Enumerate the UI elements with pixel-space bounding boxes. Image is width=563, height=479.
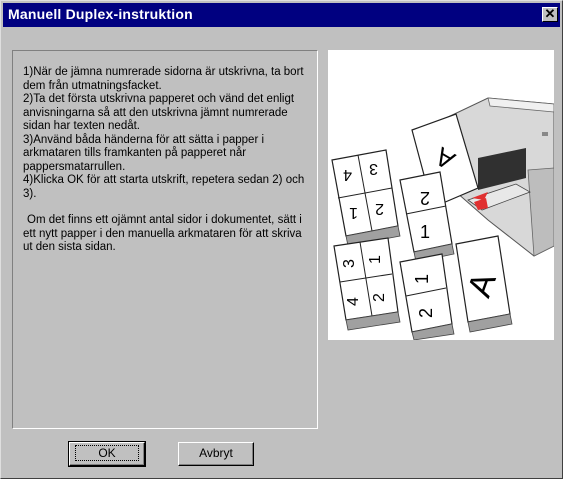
label-2-left: 2 bbox=[375, 200, 384, 217]
sheet-stack-left: 4 3 1 2 bbox=[331, 149, 401, 247]
cancel-button[interactable]: Avbryt bbox=[178, 442, 254, 466]
label-1-left: 1 bbox=[349, 204, 358, 221]
sheet-a-bottom: A bbox=[455, 235, 513, 333]
instruction-step-4: 4)Klicka OK för att starta utskrift, rep… bbox=[23, 174, 305, 200]
label-2-lower-middle: 2 bbox=[416, 308, 436, 318]
label-3-left: 3 bbox=[369, 160, 378, 177]
printer-illustration: A 4 3 1 2 2 1 3 1 4 2 1 2 A bbox=[331, 97, 555, 341]
label-4-lower: 4 bbox=[345, 297, 362, 306]
dialog-window: Manuell Duplex-instruktion ✕ 1)När de jä… bbox=[0, 0, 563, 479]
label-3-lower: 3 bbox=[341, 259, 358, 268]
label-4-left: 4 bbox=[343, 166, 352, 183]
instruction-step-2: 2)Ta det första utskrivna papperet och v… bbox=[23, 93, 295, 132]
ok-button[interactable]: OK bbox=[68, 441, 146, 467]
instructions-text: 1)När de jämna numrerade sidorna är utsk… bbox=[23, 66, 313, 255]
label-2-middle: 2 bbox=[420, 188, 430, 208]
instructions-panel: 1)När de jämna numrerade sidorna är utsk… bbox=[12, 50, 318, 429]
duplex-illustration: A 4 3 1 2 2 1 3 1 4 2 1 2 A bbox=[328, 50, 555, 341]
instruction-note: Om det finns ett ojämnt antal sidor i do… bbox=[23, 214, 302, 253]
label-1-middle: 1 bbox=[420, 222, 430, 242]
sheet-stack-lower-left: 3 1 4 2 bbox=[333, 237, 401, 331]
title-bar[interactable]: Manuell Duplex-instruktion ✕ bbox=[3, 3, 560, 27]
dialog-title: Manuell Duplex-instruktion bbox=[8, 6, 193, 22]
close-icon: ✕ bbox=[544, 6, 556, 21]
sheet-middle-lower: 1 2 bbox=[399, 253, 455, 341]
close-button[interactable]: ✕ bbox=[542, 7, 558, 22]
label-1-lower: 1 bbox=[367, 255, 384, 264]
label-1-lower-middle: 1 bbox=[412, 274, 432, 284]
instruction-step-3: 3)Använd båda händerna för att sätta i p… bbox=[23, 133, 265, 173]
label-2-lower: 2 bbox=[371, 293, 388, 302]
instruction-step-1: 1)När de jämna numrerade sidorna är utsk… bbox=[23, 66, 304, 92]
ok-button-label: OK bbox=[75, 445, 139, 461]
